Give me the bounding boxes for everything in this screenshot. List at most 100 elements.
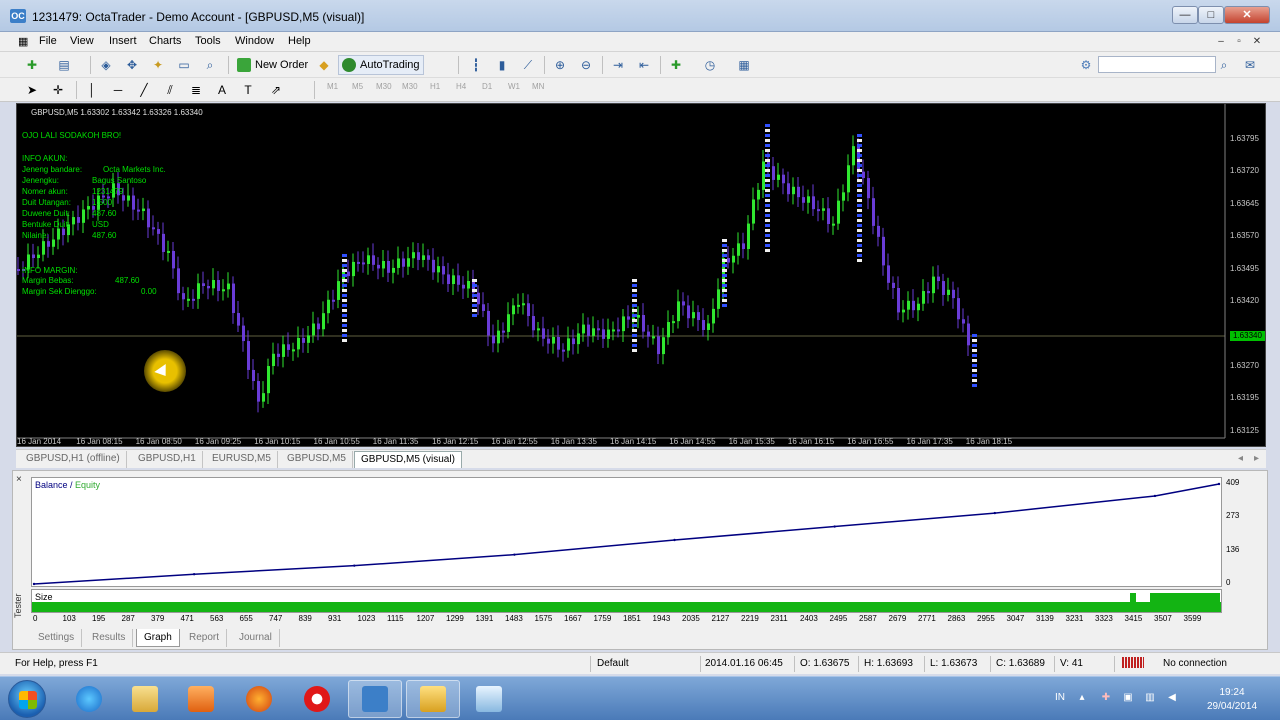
tab-scroll-left-icon[interactable]: ◂	[1238, 453, 1243, 464]
chart-shift-icon[interactable]: ⇤	[634, 55, 654, 75]
crosshair-icon[interactable]: ✛	[48, 80, 68, 100]
tester-close-icon[interactable]: ×	[16, 474, 22, 485]
menu-window[interactable]: Window	[235, 35, 274, 47]
timeframe-m5[interactable]: M5	[352, 82, 363, 91]
mdi-restore-button[interactable]: ▫	[1232, 36, 1246, 48]
navigator-icon[interactable]: ✦	[148, 55, 168, 75]
new-chart-icon[interactable]: ✚	[22, 55, 42, 75]
mdi-minimize-button[interactable]: –	[1214, 36, 1228, 48]
fibonacci-icon[interactable]: ≣	[186, 80, 206, 100]
taskbar-notepad[interactable]	[462, 680, 516, 718]
candle-body	[637, 315, 640, 318]
new-order-button[interactable]: New Order	[234, 55, 311, 75]
trade-arrow-marker	[857, 164, 862, 167]
templates-icon[interactable]: ▦	[734, 55, 754, 75]
trade-arrow-marker	[857, 249, 862, 252]
menu-view[interactable]: View	[70, 35, 94, 47]
tab-scroll-right-icon[interactable]: ▸	[1254, 453, 1259, 464]
show-hidden-icons-icon[interactable]: ▴	[1076, 692, 1088, 704]
taskbar-firefox[interactable]	[232, 680, 286, 718]
mdi-close-button[interactable]: ✕	[1250, 36, 1264, 48]
data-window-icon[interactable]: ✥	[122, 55, 142, 75]
cursor-icon[interactable]: ➤	[22, 80, 42, 100]
size-label: Size	[35, 592, 53, 602]
metaeditor-icon[interactable]: ◆	[314, 55, 334, 75]
trade-arrow-marker	[857, 154, 862, 157]
search-icon[interactable]: ⌕	[1214, 55, 1234, 75]
clock[interactable]: 19:24 29/04/2014	[1200, 686, 1264, 714]
taskbar-metaeditor[interactable]	[406, 680, 460, 718]
security-icon[interactable]: ✚	[1100, 692, 1112, 704]
tab-gbpusd-h1-offline[interactable]: GBPUSD,H1 (offline)	[20, 451, 127, 468]
auto-scroll-icon[interactable]: ⇥	[608, 55, 628, 75]
timeframe-h1[interactable]: H1	[430, 82, 440, 91]
taskbar-ie[interactable]	[62, 680, 116, 718]
monitor-icon[interactable]: ▣	[1122, 692, 1134, 704]
horizontal-line-icon[interactable]: ─	[108, 80, 128, 100]
terminal-icon[interactable]: ▭	[174, 55, 194, 75]
tab-results[interactable]: Results	[85, 629, 134, 647]
tab-report[interactable]: Report	[182, 629, 228, 647]
mail-icon[interactable]: ✉	[1240, 55, 1260, 75]
tab-eurusd-m5[interactable]: EURUSD,M5	[206, 451, 278, 468]
periods-icon[interactable]: ◷	[700, 55, 720, 75]
language-indicator[interactable]: IN	[1050, 692, 1070, 704]
bar-chart-icon[interactable]: ┇	[466, 55, 486, 75]
text-icon[interactable]: A	[212, 80, 232, 100]
tab-journal[interactable]: Journal	[232, 629, 280, 647]
timeframe-w1[interactable]: W1	[508, 82, 520, 91]
taskbar-explorer[interactable]	[118, 680, 172, 718]
trendline-icon[interactable]: ╱	[134, 80, 154, 100]
close-button[interactable]: ✕	[1224, 6, 1270, 24]
candle-body	[762, 161, 765, 190]
line-chart-icon[interactable]: ⟋	[518, 55, 538, 75]
menu-charts[interactable]: Charts	[149, 35, 181, 47]
timeframe-m30-b[interactable]: M30	[402, 82, 418, 91]
timeframe-m1[interactable]: M1	[327, 82, 338, 91]
network-icon[interactable]: ▥	[1144, 692, 1156, 704]
tab-gbpusd-m5[interactable]: GBPUSD,M5	[281, 451, 353, 468]
search-settings-icon[interactable]: ⚙	[1076, 55, 1096, 75]
maximize-button[interactable]: □	[1198, 6, 1224, 24]
strategy-tester-icon[interactable]: ⌕	[200, 55, 220, 75]
tab-graph[interactable]: Graph	[136, 629, 180, 647]
candle-body	[962, 319, 965, 324]
tab-settings[interactable]: Settings	[31, 629, 83, 647]
menu-help[interactable]: Help	[288, 35, 311, 47]
candle-body	[702, 320, 705, 330]
status-connection: No connection	[1163, 658, 1227, 669]
text-label-icon[interactable]: T	[238, 80, 258, 100]
candle-body	[607, 329, 610, 339]
arrows-icon[interactable]: ⇗	[266, 80, 286, 100]
timeframe-d1[interactable]: D1	[482, 82, 492, 91]
menu-insert[interactable]: Insert	[109, 35, 137, 47]
taskbar-octatrader[interactable]	[348, 680, 402, 718]
menu-tools[interactable]: Tools	[195, 35, 221, 47]
price-chart[interactable]: GBPUSD,M5 1.63302 1.63342 1.63326 1.6334…	[16, 103, 1266, 447]
tab-gbpusd-m5-visual[interactable]: GBPUSD,M5 (visual)	[354, 451, 462, 468]
tab-gbpusd-h1[interactable]: GBPUSD,H1	[132, 451, 203, 468]
vertical-line-icon[interactable]: │	[82, 80, 102, 100]
indicators-icon[interactable]: ✚	[666, 55, 686, 75]
candle-body	[527, 303, 530, 317]
chart-window-icon[interactable]: ▦	[18, 35, 28, 48]
minimize-button[interactable]: —	[1172, 6, 1198, 24]
zoom-out-icon[interactable]: ⊖	[576, 55, 596, 75]
market-watch-icon[interactable]: ◈	[96, 55, 116, 75]
zoom-in-icon[interactable]: ⊕	[550, 55, 570, 75]
profiles-icon[interactable]: ▤	[54, 55, 74, 75]
search-input[interactable]	[1098, 56, 1216, 73]
graph-x-label: 2955	[977, 614, 995, 623]
price-label: 1.63125	[1230, 425, 1259, 435]
timeframe-mn[interactable]: MN	[532, 82, 544, 91]
timeframe-m30[interactable]: M30	[376, 82, 392, 91]
autotrading-button[interactable]: AutoTrading	[338, 55, 424, 75]
channel-icon[interactable]: ⫽	[160, 80, 180, 100]
taskbar-opera[interactable]	[290, 680, 344, 718]
timeframe-h4[interactable]: H4	[456, 82, 466, 91]
start-button[interactable]	[8, 680, 46, 718]
menu-file[interactable]: File	[39, 35, 57, 47]
candlestick-icon[interactable]: ▮	[492, 55, 512, 75]
volume-icon[interactable]: ◀	[1166, 692, 1178, 704]
taskbar-media-player[interactable]	[174, 680, 228, 718]
